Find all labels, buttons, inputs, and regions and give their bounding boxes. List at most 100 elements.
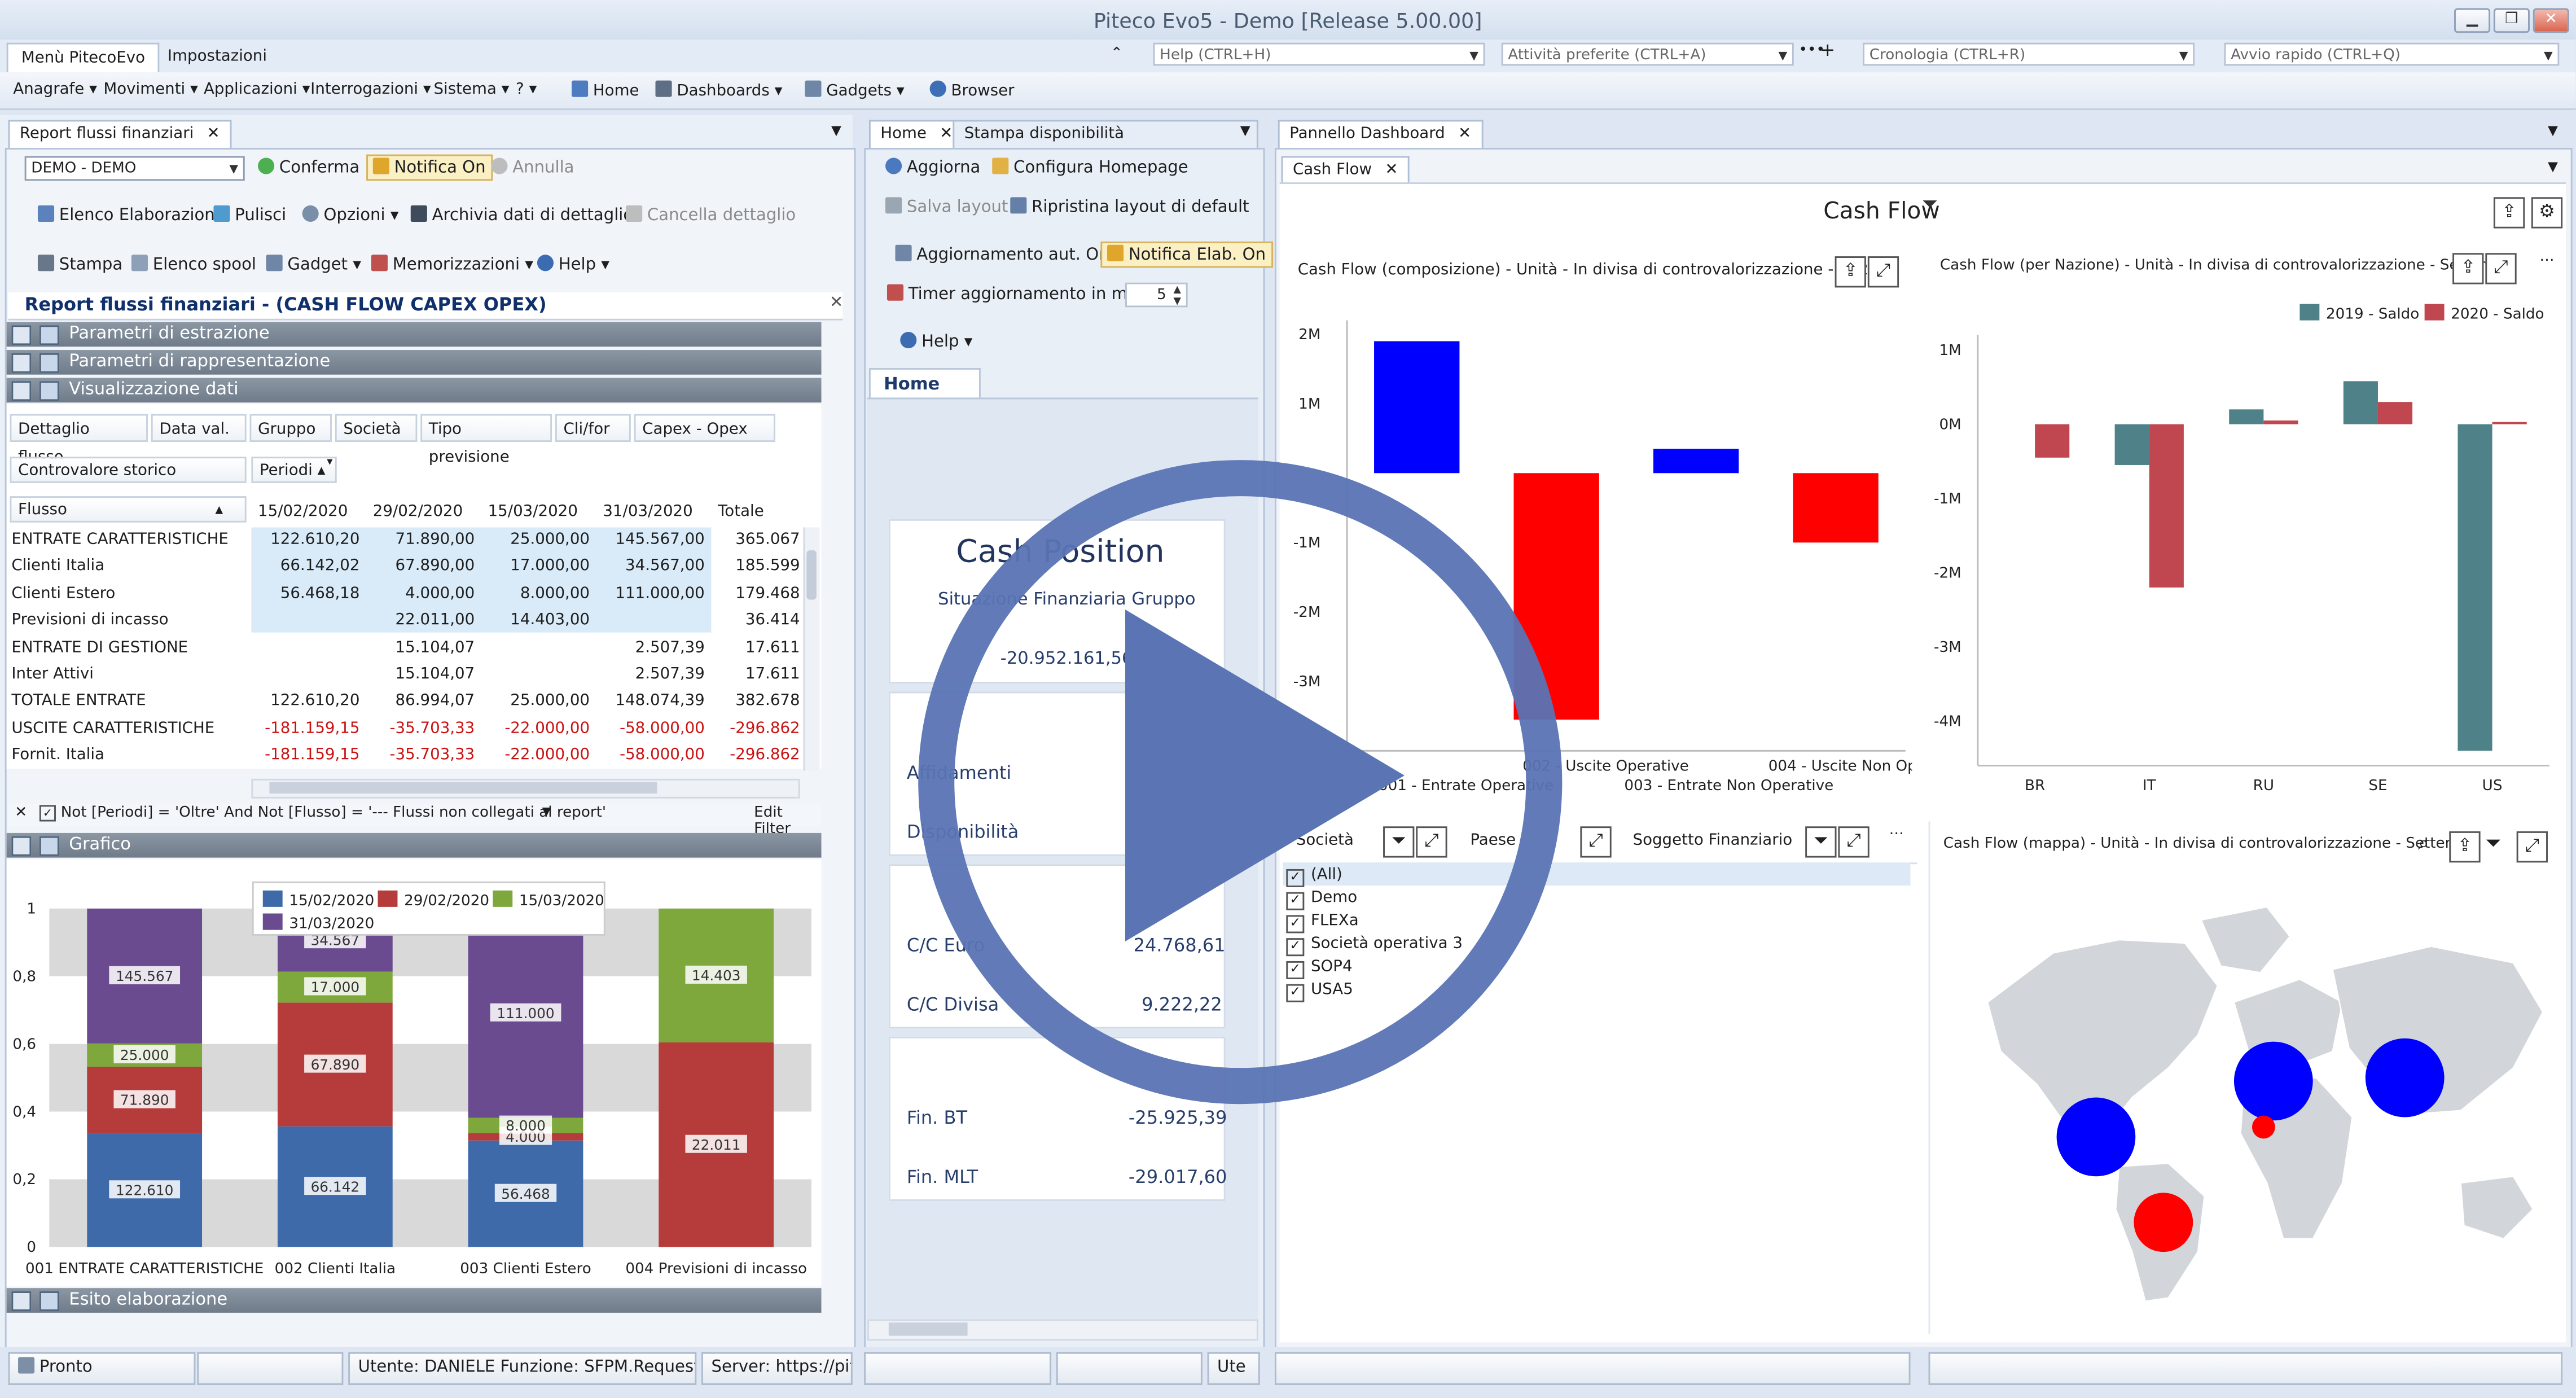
tab-pannello-dashboard[interactable]: Pannello Dashboard ✕ [1278, 120, 1483, 148]
table-cell[interactable]: -58.000,00 [603, 743, 705, 769]
map-bubble-se[interactable] [2233, 1041, 2313, 1121]
group-header[interactable]: Gruppo [249, 414, 332, 442]
menu-sistema[interactable]: Sistema ▾ [434, 81, 510, 99]
table-cell[interactable]: 25.000,00 [488, 527, 590, 554]
table-cell[interactable]: 22.011,00 [373, 608, 475, 635]
export-icon[interactable]: ⇪ [2493, 197, 2525, 229]
table-row[interactable]: ENTRATE CARATTERISTICHE 122.610,20 71.890,… [8, 527, 813, 554]
table-cell[interactable]: 382.678 [718, 689, 800, 716]
cancella-dettaglio-button[interactable]: Cancella dettaglio [626, 205, 796, 225]
ripristina-layout-button[interactable]: Ripristina layout di default [1010, 197, 1249, 217]
help-search-combo[interactable]: Help (CTRL+H) ▼ [1153, 42, 1485, 66]
table-cell[interactable]: 17.611 [718, 635, 800, 661]
conferma-button[interactable]: Conferma [258, 157, 359, 177]
search-icon[interactable]: ⌕ [2418, 831, 2429, 856]
stepper-arrows-icon[interactable]: ▲ ▼ [1174, 284, 1181, 308]
menu-anagrafe[interactable]: Anagrafe ▾ [13, 81, 97, 99]
group-header[interactable]: Tipo previsione [420, 414, 552, 467]
column-header[interactable]: 29/02/2020 [373, 501, 463, 524]
column-header[interactable]: 15/03/2020 [488, 501, 578, 524]
fullscreen-icon[interactable]: ⤢ [1838, 826, 1870, 858]
table-cell[interactable]: 17.611 [718, 662, 800, 689]
configura-homepage-button[interactable]: Configura Homepage [992, 157, 1188, 177]
play-overlay[interactable] [912, 453, 1569, 1110]
table-cell[interactable]: 111.000,00 [603, 581, 704, 608]
annulla-button[interactable]: Annulla [491, 157, 574, 177]
close-icon[interactable]: ✕ [940, 125, 953, 143]
close-icon[interactable]: ✕ [830, 294, 843, 312]
gadgets-button[interactable]: Gadgets ▾ [805, 80, 905, 100]
opzioni-button[interactable]: Opzioni ▾ [302, 205, 398, 225]
filter-icon[interactable]: ⏷ [1922, 192, 1938, 217]
section-esito[interactable]: Esito elaborazione [6, 1288, 822, 1313]
map-bubble-ru[interactable] [2365, 1038, 2445, 1117]
column-header[interactable]: 15/02/2020 [258, 501, 348, 524]
controvalore-header[interactable]: Controvalore storico [10, 457, 247, 483]
attivita-combo[interactable]: Attività preferite (CTRL+A) ▼ [1501, 42, 1794, 66]
table-cell[interactable]: -22.000,00 [488, 716, 590, 743]
table-cell[interactable]: -58.000,00 [603, 716, 705, 743]
salva-layout-button[interactable]: Salva layout [885, 197, 1008, 217]
tab-impostazioni[interactable]: Impostazioni [155, 43, 280, 71]
close-button[interactable]: ✕ [2533, 8, 2569, 33]
filter-checkbox[interactable]: ✓ [39, 805, 56, 822]
scrollbar-thumb[interactable] [806, 550, 817, 600]
table-row[interactable]: USCITE CARATTERISTICHE -181.159,15 -35.703… [8, 716, 813, 743]
table-cell[interactable]: 122.610,20 [258, 527, 359, 554]
column-header[interactable]: 31/03/2020 [603, 501, 692, 524]
section-parametri-rappresentazione[interactable]: Parametri di rappresentazione [6, 350, 822, 375]
section-grafico[interactable]: Grafico [6, 832, 822, 858]
group-header[interactable]: Società [335, 414, 418, 442]
group-header[interactable]: Cli/for [555, 414, 631, 442]
fullscreen-icon[interactable]: ⤢ [2516, 831, 2548, 863]
timer-stepper[interactable]: 5 ▲ ▼ [1125, 282, 1188, 308]
tab-home[interactable]: Home ✕ [868, 120, 964, 148]
table-cell[interactable]: -296.862 [718, 743, 800, 769]
menu-applicazioni[interactable]: Applicazioni ▾ [204, 81, 310, 99]
chevron-down-icon[interactable]: ▼ [2548, 123, 2558, 138]
close-icon[interactable]: ✕ [207, 125, 220, 143]
table-cell[interactable]: 122.610,20 [258, 689, 359, 716]
group-header[interactable]: Data val. [151, 414, 247, 442]
filter-icon[interactable]: ▾ [327, 455, 332, 468]
dashboards-button[interactable]: Dashboards ▾ [655, 80, 783, 100]
chevron-down-icon[interactable]: ▼ [2548, 159, 2558, 174]
table-row[interactable]: Previsioni di incasso 22.011,00 14.403,00 3… [8, 608, 813, 635]
filter-icon[interactable]: ⏷ [2485, 831, 2501, 856]
play-icon[interactable] [1125, 609, 1405, 942]
map-bubble-it[interactable] [2252, 1115, 2275, 1139]
table-cell[interactable]: 34.567,00 [603, 554, 705, 581]
table-cell[interactable]: 365.067 [718, 527, 800, 554]
more-icon[interactable]: ⋯ [2539, 253, 2554, 269]
minimize-button[interactable]: ▁ [2454, 8, 2491, 33]
table-cell[interactable]: 86.994,07 [373, 689, 475, 716]
table-cell[interactable]: 8.000,00 [488, 581, 590, 608]
section-visualizzazione-dati[interactable]: Visualizzazione dati [6, 378, 822, 403]
table-cell[interactable]: 14.403,00 [488, 608, 590, 635]
table-cell[interactable]: -181.159,15 [258, 716, 359, 743]
table-cell[interactable]: 148.074,39 [603, 689, 704, 716]
table-cell[interactable]: 2.507,39 [603, 635, 705, 661]
maximize-button[interactable]: ❐ [2493, 8, 2530, 33]
table-cell[interactable]: 15.104,07 [373, 635, 475, 661]
table-cell[interactable]: 2.507,39 [603, 662, 705, 689]
grid-scrollbar[interactable] [803, 527, 820, 771]
table-row[interactable]: ENTRATE DI GESTIONE 15.104,07 2.507,39 17.6… [8, 635, 813, 661]
table-cell[interactable]: 17.000,00 [488, 554, 590, 581]
group-header[interactable]: Dettaglio flusso [10, 414, 148, 467]
table-cell[interactable]: -296.862 [718, 716, 800, 743]
chevron-down-icon[interactable]: ▼ [542, 805, 551, 818]
table-cell[interactable]: 66.142,02 [258, 554, 360, 581]
avvio-combo[interactable]: Avvio rapido (CTRL+Q) ▼ [2224, 42, 2560, 66]
notifica-on-button[interactable]: Notifica On [366, 154, 493, 181]
tab-home-inner[interactable]: Home [868, 368, 981, 398]
help-button[interactable]: Help ▾ [537, 255, 609, 274]
periodi-header[interactable]: Periodi ▴ [251, 457, 337, 483]
map-bubble-br[interactable] [2134, 1193, 2193, 1252]
memorizzazioni-button[interactable]: Memorizzazioni ▾ [371, 255, 533, 274]
menu-interrogazioni[interactable]: Interrogazioni ▾ [310, 81, 431, 99]
settings-icon[interactable]: ⚙ [2531, 197, 2563, 229]
aggiornamento-aut-button[interactable]: Aggiornamento aut. On [895, 244, 1109, 265]
close-icon[interactable]: ✕ [15, 805, 27, 821]
table-cell[interactable]: -22.000,00 [488, 743, 590, 769]
